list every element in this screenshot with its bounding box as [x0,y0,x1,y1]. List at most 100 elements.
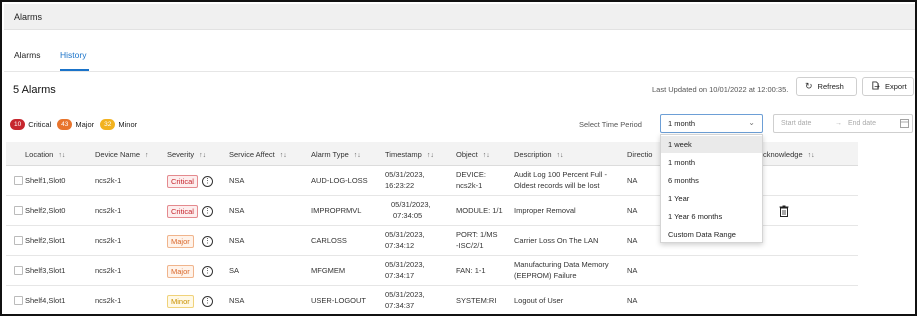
cell-timestamp-time: 07:34:37 [385,301,415,310]
col-alarm-type[interactable]: Alarm Type ↑↓ [311,150,361,159]
sort-icon[interactable]: ↑↓ [557,152,564,159]
col-alarm-type-label: Alarm Type [311,150,349,159]
row-checkbox[interactable] [14,266,23,275]
export-button[interactable]: Export [862,77,914,96]
cell-timestamp-date: 05/31/2023, [385,230,425,239]
severity-badge: Minor [167,295,194,308]
date-range-arrow: → [835,120,842,127]
critical-label: Critical [28,120,52,129]
sort-icon[interactable]: ↑↓ [808,152,815,159]
sort-icon[interactable]: ↑↓ [58,152,65,159]
col-direction[interactable]: Directio [627,150,652,159]
title-bar: Alarms [4,4,915,30]
calendar-icon[interactable] [900,118,909,130]
option-1-year-6-months[interactable]: 1 Year 6 months [661,208,762,225]
window-title: Alarms [14,12,43,22]
option-1-year[interactable]: 1 Year [661,190,762,207]
cell-description: Audit Log 100 Percent Full - [514,170,607,179]
export-label: Export [885,82,907,91]
alarm-count-title: 5 Alarms [13,84,56,96]
col-service-affect-label: Service Affect [229,150,275,159]
refresh-icon: ↻ [805,81,813,91]
cell-alarm-type: AUD-LOG-LOSS [311,176,368,185]
start-date-input[interactable]: Start date [781,120,811,127]
time-period-select[interactable]: 1 month ⌄ [660,114,763,133]
row-checkbox[interactable] [14,296,23,305]
col-service-affect[interactable]: Service Affect ↑↓ [229,150,287,159]
sort-icon[interactable]: ↑ [145,152,149,159]
cell-timestamp-date: 05/31/2023, [385,170,425,179]
alarms-window: Alarms Alarms History 5 Alarms Last Upda… [0,0,917,316]
cell-location: Shelf4,Slot1 [25,296,66,305]
severity-chip-minor: 32 Minor [100,119,137,130]
refresh-button[interactable]: ↻ Refresh [796,77,857,96]
row-checkbox[interactable] [14,236,23,245]
sort-icon[interactable]: ↑↓ [354,152,361,159]
cell-object: DEVICE: [456,170,487,179]
option-custom-data-range[interactable]: Custom Data Range [661,226,762,243]
tabs-divider [4,71,915,72]
col-device-name[interactable]: Device Name ↑ [95,150,149,159]
cell-description-line2: Oldest records will be lost [514,181,600,190]
col-acknowledge[interactable]: cknowledge ↑↓ [763,150,815,159]
option-1-week[interactable]: 1 week [661,136,762,153]
cell-device: ncs2k-1 [95,206,122,215]
col-timestamp-label: Timestamp [385,150,422,159]
tab-history[interactable]: History [60,50,86,60]
cell-object-line2: -ISC/2/1 [456,241,484,250]
minor-label: Minor [118,120,138,129]
severity-chip-critical: 10 Critical [10,119,51,130]
cell-object: FAN: 1-1 [456,266,486,275]
chevron-down-icon: ⌄ [748,118,755,127]
cell-timestamp-time: 07:34:05 [393,211,423,220]
col-object[interactable]: Object ↑↓ [456,150,490,159]
option-1-month[interactable]: 1 month [661,154,762,171]
col-severity[interactable]: Severity ↑↓ [167,150,206,159]
major-label: Major [75,120,95,129]
time-period-selected: 1 month [668,119,696,128]
info-circle-icon[interactable]: ⋮ [202,206,213,217]
option-6-months[interactable]: 6 months [661,172,762,189]
cell-direction: NA [627,266,638,275]
col-severity-label: Severity [167,150,195,159]
cell-description: Improper Removal [514,206,576,215]
cell-service-affect: NSA [229,176,245,185]
col-timestamp[interactable]: Timestamp ↑↓ [385,150,434,159]
row-checkbox[interactable] [14,206,23,215]
tab-alarms[interactable]: Alarms [14,50,40,60]
col-location[interactable]: Location ↑↓ [25,150,65,159]
row-checkbox[interactable] [14,176,23,185]
cell-direction: NA [627,236,638,245]
date-range-picker[interactable]: Start date → End date [773,114,913,133]
info-circle-icon[interactable]: ⋮ [202,236,213,247]
cell-location: Shelf3,Slot1 [25,266,66,275]
severity-badge: Critical [167,175,198,188]
cell-timestamp-time: 16:23:22 [385,181,415,190]
end-date-input[interactable]: End date [848,120,876,127]
cell-device: ncs2k-1 [95,236,122,245]
critical-count: 10 [10,119,26,130]
minor-count: 32 [100,119,116,130]
col-description[interactable]: Description ↑↓ [514,150,564,159]
cell-location: Shelf2,Slot0 [25,206,66,215]
table-row[interactable]: Shelf3,Slot1 ncs2k-1 Major ⋮ SA MFGMEM 0… [6,256,858,286]
sort-icon[interactable]: ↑↓ [427,152,434,159]
cell-timestamp-date: 05/31/2023, [385,290,425,299]
cell-description-line2: (EEPROM) Failure [514,271,577,280]
table-row[interactable]: Shelf4,Slot1 ncs2k-1 Minor ⋮ NSA USER-LO… [6,286,858,314]
cell-object-line2: ncs2k-1 [456,181,483,190]
severity-badge: Major [167,265,194,278]
sort-icon[interactable]: ↑↓ [199,152,206,159]
info-circle-icon[interactable]: ⋮ [202,296,213,307]
info-circle-icon[interactable]: ⋮ [202,266,213,277]
col-location-label: Location [25,150,54,159]
severity-badge: Critical [167,205,198,218]
info-circle-icon[interactable]: ⋮ [202,176,213,187]
trash-icon[interactable] [779,205,789,217]
cell-service-affect: SA [229,266,240,275]
sort-icon[interactable]: ↑↓ [483,152,490,159]
cell-object: MODULE: 1/1 [456,206,503,215]
cell-timestamp-time: 07:34:12 [385,241,415,250]
cell-location: Shelf1,Slot0 [25,176,66,185]
sort-icon[interactable]: ↑↓ [280,152,287,159]
